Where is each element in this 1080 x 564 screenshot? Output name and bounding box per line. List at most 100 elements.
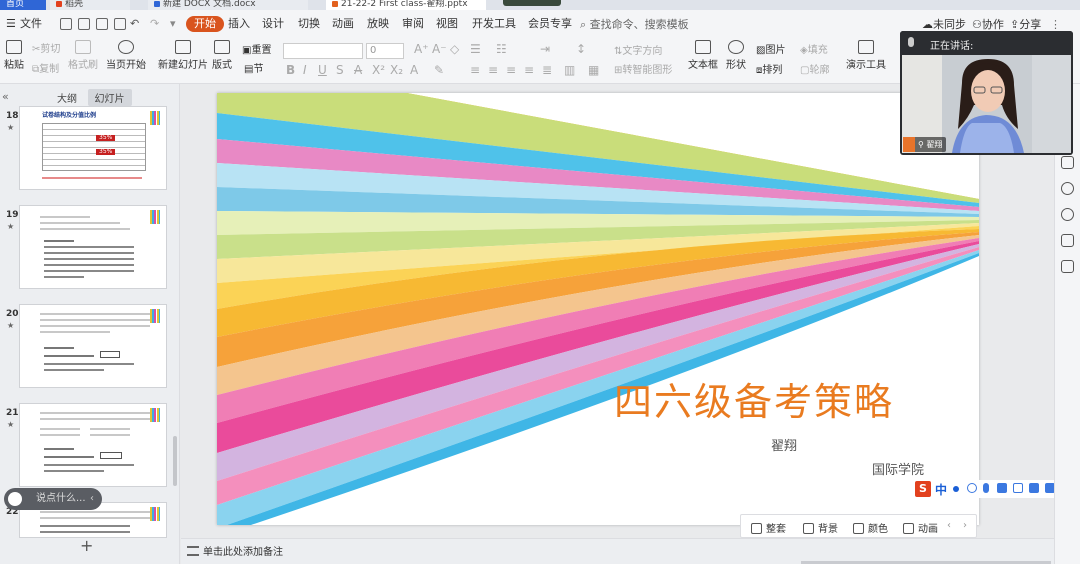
strikethrough-icon[interactable]: A <box>354 63 362 77</box>
redo-icon[interactable]: ↷ <box>150 16 159 32</box>
slide-title[interactable]: 四六级备考策略 <box>614 371 894 426</box>
beautify-button[interactable]: 整套 <box>751 520 786 535</box>
menu-insert[interactable]: 插入 <box>228 16 250 32</box>
video-call-window[interactable]: 正在讲话: ⚲ 翟翔 <box>900 31 1073 155</box>
preview-icon[interactable] <box>114 18 126 30</box>
format-painter-button[interactable]: 格式刷 <box>68 40 98 71</box>
chat-input-pill[interactable]: 说点什么... ‹ <box>4 488 102 510</box>
menu-home[interactable]: 开始 <box>186 16 224 32</box>
slide-author[interactable]: 翟翔 <box>771 435 797 454</box>
arrange-button[interactable]: ⧈排列 <box>756 61 782 76</box>
numbering-icon[interactable]: ☷ <box>496 42 507 56</box>
tab-pptx[interactable]: 21-22-2 First class-翟翔.pptx <box>326 0 486 10</box>
slide-thumbnail-21[interactable] <box>19 403 167 487</box>
keyboard-icon[interactable] <box>997 483 1007 493</box>
tab-docx[interactable]: 新建 DOCX 文档.docx <box>148 0 308 10</box>
tab-home[interactable]: 首页 <box>0 0 46 10</box>
outline-button[interactable]: ▢轮廓 <box>800 61 829 76</box>
clear-format-icon[interactable]: ◇ <box>450 42 459 56</box>
superscript-icon[interactable]: X² <box>372 63 385 77</box>
help-icon[interactable] <box>1061 208 1074 221</box>
menu-design[interactable]: 设计 <box>262 16 284 32</box>
color-button[interactable]: 颜色 <box>853 520 888 535</box>
smartart-button[interactable]: ⊞转智能图形 <box>614 61 672 76</box>
align-left-icon[interactable]: ≡ <box>470 63 480 77</box>
add-slide-icon[interactable]: + <box>80 536 93 555</box>
reset-button[interactable]: ▣重置 <box>242 41 271 56</box>
ime-language[interactable]: 中 <box>935 481 947 498</box>
from-current-button[interactable]: 当页开始 <box>106 40 146 71</box>
punctuation-icon[interactable] <box>953 486 959 492</box>
slide-thumbnail-20[interactable] <box>19 304 167 388</box>
font-color-icon[interactable]: A <box>410 63 418 77</box>
mic-icon[interactable] <box>908 37 914 47</box>
emoji-icon[interactable] <box>8 492 22 506</box>
new-slide-button[interactable]: 新建幻灯片 <box>158 40 208 71</box>
panel-scrollbar[interactable] <box>173 436 177 486</box>
animation-button[interactable]: 动画 <box>903 520 938 535</box>
print-icon[interactable] <box>78 18 90 30</box>
textbox-button[interactable]: 文本框 <box>688 40 718 71</box>
toolbar-prev-icon[interactable]: ‹ <box>947 520 951 531</box>
cut-button[interactable]: ✂剪切 <box>32 40 60 55</box>
chevron-left-icon[interactable]: ‹ <box>90 488 94 510</box>
paste-button[interactable]: 粘贴 <box>4 40 24 71</box>
meeting-popup-handle[interactable] <box>503 0 561 6</box>
columns-icon[interactable]: ▥ <box>564 63 575 77</box>
decrease-font-icon[interactable]: A⁻ <box>432 42 447 56</box>
line-spacing-icon[interactable]: ↕ <box>576 42 586 56</box>
menu-view[interactable]: 视图 <box>436 16 458 32</box>
collapse-panel-icon[interactable]: « <box>2 90 9 103</box>
bold-icon[interactable]: B <box>286 63 295 77</box>
notes-placeholder[interactable]: 单击此处添加备注 <box>203 543 283 558</box>
shape-button[interactable]: 形状 <box>726 40 746 71</box>
fill-button[interactable]: ◈填充 <box>800 41 828 56</box>
layout-button[interactable]: 版式 <box>212 40 232 71</box>
text-direction-button[interactable]: ⇅文字方向 <box>614 42 662 57</box>
toolbar-next-icon[interactable]: › <box>963 520 967 531</box>
picture-button[interactable]: ▨图片 <box>756 41 785 56</box>
quickbar-dropdown-icon[interactable]: ▾ <box>170 16 176 32</box>
subscript-icon[interactable]: X₂ <box>390 63 403 77</box>
current-slide[interactable]: 四六级备考策略 翟翔 国际学院 <box>217 93 979 525</box>
menu-transition[interactable]: 切换 <box>298 16 320 32</box>
panel-icon[interactable] <box>1061 260 1074 273</box>
menu-developer[interactable]: 开发工具 <box>472 16 516 32</box>
menu-file[interactable]: 文件 <box>20 16 42 32</box>
present-tools-button[interactable]: 演示工具 <box>846 40 886 71</box>
copy-button[interactable]: ⧉复制 <box>32 60 59 75</box>
menu-slideshow[interactable]: 放映 <box>367 16 389 32</box>
justify-icon[interactable]: ≡ <box>524 63 534 77</box>
hamburger-icon[interactable]: ☰ <box>6 16 16 32</box>
location-icon[interactable] <box>1061 182 1074 195</box>
undo-icon[interactable]: ↶ <box>130 16 139 32</box>
menu-animation[interactable]: 动画 <box>332 16 354 32</box>
text-box-icon[interactable]: ▦ <box>588 63 599 77</box>
tab-docer[interactable]: 稻壳 <box>50 0 130 10</box>
emoji-icon[interactable] <box>967 483 977 493</box>
slide-institution[interactable]: 国际学院 <box>872 459 924 478</box>
shadow-icon[interactable]: S <box>336 63 344 77</box>
tab-outline[interactable]: 大纲 <box>50 89 84 106</box>
font-family-select[interactable] <box>283 43 363 59</box>
settings-icon[interactable] <box>1061 234 1074 247</box>
export-icon[interactable] <box>96 18 108 30</box>
tab-slides[interactable]: 幻灯片 <box>87 89 132 106</box>
align-right-icon[interactable]: ≡ <box>506 63 516 77</box>
increase-font-icon[interactable]: A⁺ <box>414 42 429 56</box>
italic-icon[interactable]: I <box>303 63 307 77</box>
skin-icon[interactable] <box>1013 483 1023 493</box>
slide-thumbnail-19[interactable] <box>19 205 167 289</box>
bullets-icon[interactable]: ☰ <box>470 42 481 56</box>
background-button[interactable]: 背景 <box>803 520 838 535</box>
indent-icon[interactable]: ⇥ <box>540 42 550 56</box>
shirt-icon[interactable] <box>1029 483 1039 493</box>
ime-toolbar[interactable]: S 中 <box>913 480 1059 498</box>
align-center-icon[interactable]: ≡ <box>488 63 498 77</box>
save-icon[interactable] <box>60 18 72 30</box>
slide-thumbnail-18[interactable]: 试卷结构及分值比例 35% 35% <box>19 106 167 190</box>
menu-review[interactable]: 审阅 <box>402 16 424 32</box>
voice-icon[interactable] <box>983 483 989 493</box>
distribute-icon[interactable]: ≣ <box>542 63 552 77</box>
command-search[interactable]: ⌕ 查找命令、搜索模板 <box>580 17 689 33</box>
